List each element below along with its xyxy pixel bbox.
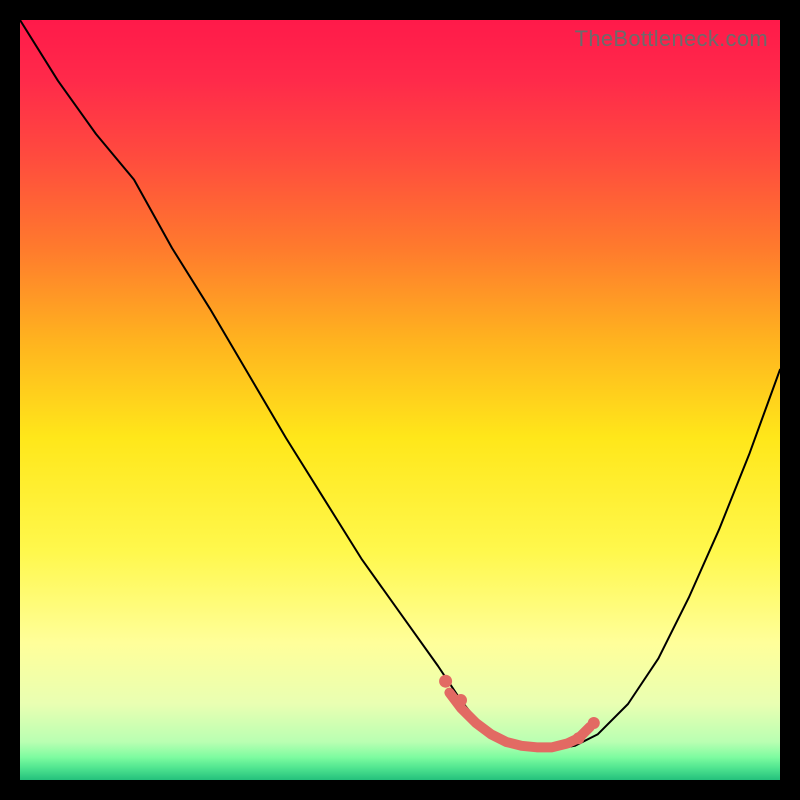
chart-area: TheBottleneck.com [20, 20, 780, 780]
watermark-text: TheBottleneck.com [575, 26, 768, 52]
bottleneck-chart [20, 20, 780, 780]
gradient-background [20, 20, 780, 780]
highlight-dot-3 [588, 717, 600, 729]
highlight-dot-0 [439, 675, 452, 688]
highlight-dot-2 [573, 732, 585, 744]
highlight-dot-1 [455, 694, 467, 706]
